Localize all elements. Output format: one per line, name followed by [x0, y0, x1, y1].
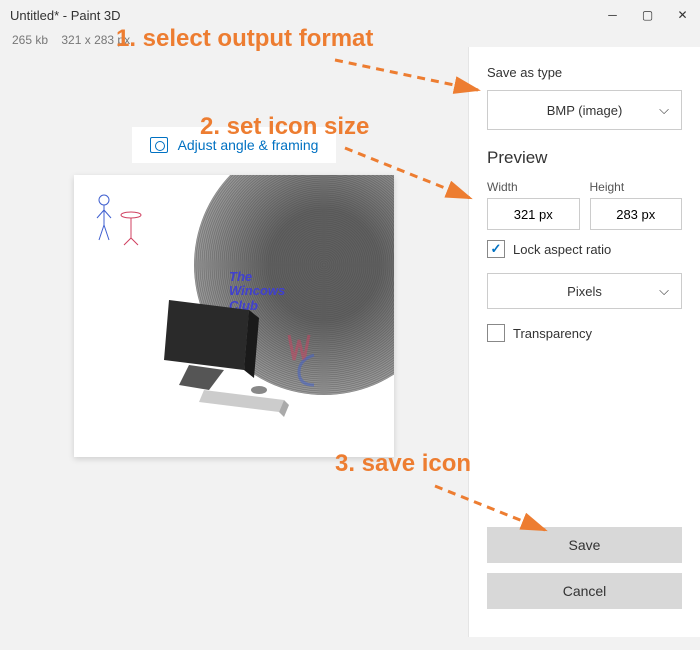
chevron-down-icon: ⌵ — [659, 283, 669, 299]
lock-ratio-label: Lock aspect ratio — [513, 242, 611, 257]
window-controls: ─ ▢ ✕ — [595, 0, 700, 30]
adjust-label: Adjust angle & framing — [178, 137, 319, 153]
file-size: 265 kb — [12, 33, 48, 47]
close-button[interactable]: ✕ — [665, 0, 700, 30]
format-dropdown[interactable]: BMP (image) ⌵ — [487, 90, 682, 130]
window-title: Untitled* - Paint 3D — [10, 8, 121, 23]
width-input[interactable] — [487, 198, 580, 230]
height-label: Height — [590, 180, 683, 194]
camera-icon — [150, 137, 168, 153]
save-button[interactable]: Save — [487, 527, 682, 563]
save-as-type-label: Save as type — [487, 65, 682, 80]
transparency-checkbox[interactable] — [487, 324, 505, 342]
units-value: Pixels — [567, 284, 602, 299]
width-label: Width — [487, 180, 580, 194]
transparency-label: Transparency — [513, 326, 592, 341]
computer-illustration — [149, 290, 299, 430]
lock-ratio-checkbox[interactable]: ✓ — [487, 240, 505, 258]
minimize-button[interactable]: ─ — [595, 0, 630, 30]
image-dims: 321 x 283 px — [61, 33, 130, 47]
save-sidebar: Save as type BMP (image) ⌵ Preview Width… — [468, 47, 700, 637]
doodle-illustration — [89, 190, 144, 250]
height-input[interactable] — [590, 198, 683, 230]
preview-heading: Preview — [487, 148, 682, 168]
canvas-area: Adjust angle & framing The Wincows Club — [0, 47, 468, 637]
canvas-preview: The Wincows Club — [74, 175, 394, 457]
maximize-button[interactable]: ▢ — [630, 0, 665, 30]
adjust-angle-button[interactable]: Adjust angle & framing — [132, 127, 337, 163]
wc-sketch — [284, 330, 329, 390]
chevron-down-icon: ⌵ — [659, 102, 669, 118]
format-value: BMP (image) — [547, 103, 623, 118]
cancel-button[interactable]: Cancel — [487, 573, 682, 609]
status-bar: 265 kb 321 x 283 px — [0, 30, 700, 47]
units-dropdown[interactable]: Pixels ⌵ — [487, 273, 682, 309]
